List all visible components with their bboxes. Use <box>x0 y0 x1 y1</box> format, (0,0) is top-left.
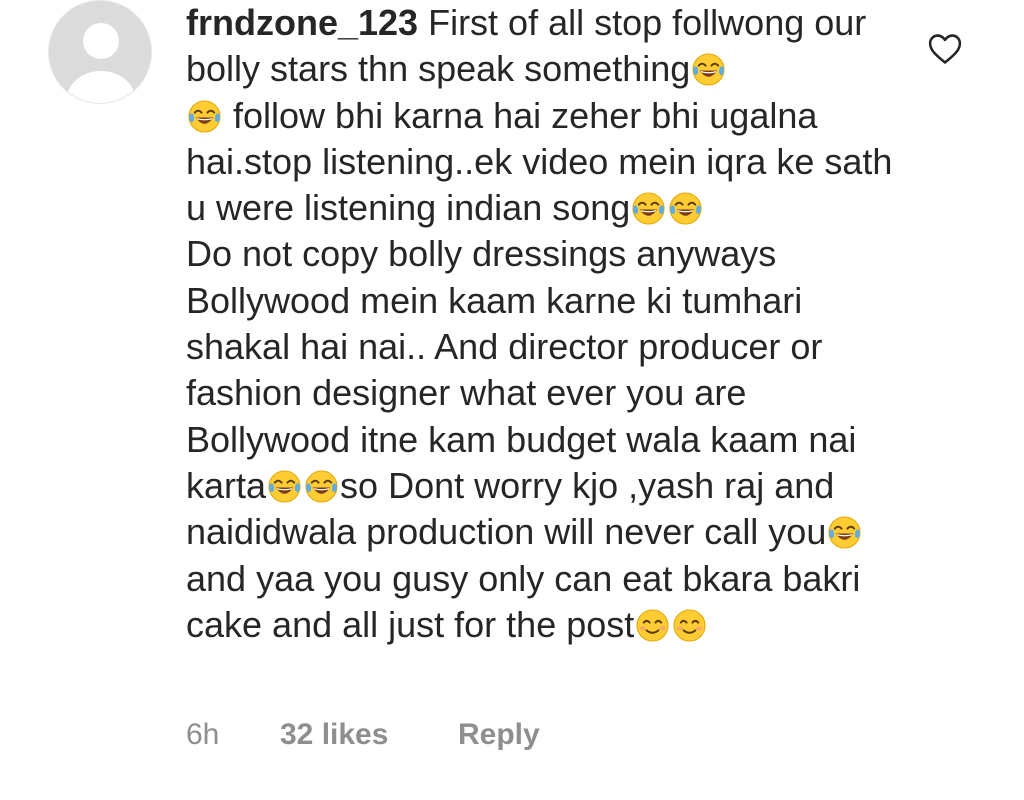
comment-text-segment: and yaa you gusy only can eat bkara bakr… <box>186 557 871 645</box>
tears-of-joy-emoji <box>828 516 861 549</box>
tears-of-joy-emoji <box>188 100 221 133</box>
tears-of-joy-emoji <box>632 192 665 225</box>
tears-of-joy-emoji <box>268 470 301 503</box>
username-link[interactable]: frndzone_123 <box>186 2 418 43</box>
timestamp: 6h <box>186 718 220 751</box>
smiling-face-emoji <box>673 609 706 642</box>
comment-text: frndzone_123 First of all stop follwong … <box>186 0 901 648</box>
tears-of-joy-emoji <box>669 192 702 225</box>
heart-outline-icon[interactable] <box>928 33 962 65</box>
reply-button[interactable]: Reply <box>458 718 540 752</box>
comment-meta: 6h 32 likes Reply <box>186 718 540 752</box>
default-avatar-icon <box>49 1 151 103</box>
likes-count-button[interactable]: 32 likes <box>280 718 458 752</box>
avatar[interactable] <box>48 0 152 104</box>
tears-of-joy-emoji <box>305 470 338 503</box>
comment-text-segment: follow bhi karna hai zeher bhi ugalna ha… <box>186 94 903 229</box>
tears-of-joy-emoji <box>692 53 725 86</box>
smiling-face-emoji <box>636 609 669 642</box>
